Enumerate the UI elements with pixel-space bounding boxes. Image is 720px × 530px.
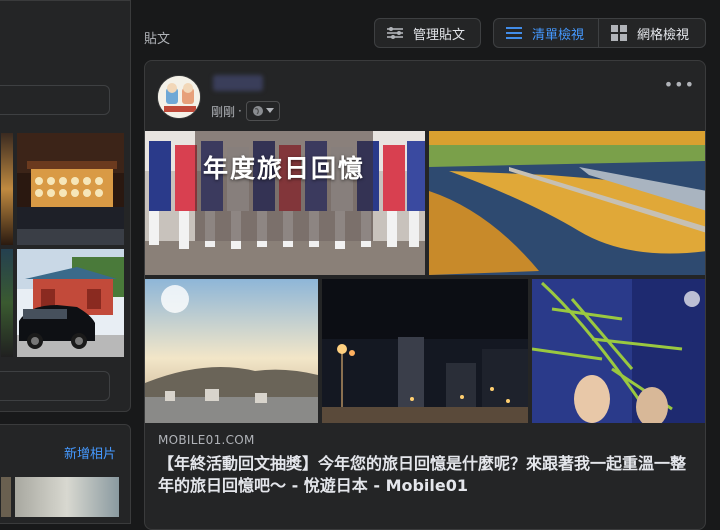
photo-thumbnail[interactable] [15,477,119,517]
photos-panel: 新增相片 [0,424,131,524]
posts-toolbar: 貼文 管理貼文 清單檢視 網格檢視 [144,18,706,48]
grid-view-label: 網格檢視 [637,27,690,43]
post-timestamp[interactable]: 剛剛 [211,103,235,120]
car-temple-photo [17,249,124,357]
view-toggle-group: 清單檢視 網格檢視 [493,18,706,48]
grid-view-button[interactable]: 網格檢視 [599,19,705,47]
photo-overlay [195,131,373,241]
meta-separator: · [238,104,242,118]
post-photo[interactable]: 年度旅日回憶 [145,131,425,275]
post-photo[interactable] [145,279,318,423]
link-title[interactable]: 【年終活動回文抽獎】今年您的旅日回憶是什麼呢？來跟著我一起重溫一整年的旅日回憶吧… [158,453,698,497]
settings-sliders-icon [385,25,405,41]
chevron-down-icon [265,108,274,113]
left-search-input[interactable] [0,85,110,115]
add-photo-link[interactable]: 新增相片 [64,443,116,462]
temple-night-photo [17,133,124,245]
left-input-field[interactable] [0,371,110,401]
avatar[interactable] [157,75,201,119]
post-card: 剛剛 · ••• 年度旅日回憶 MOBILE01.COM 【年終活動回文抽獎】今… [144,60,706,530]
post-meta: 剛剛 · [211,101,280,121]
photo-thumbnail[interactable] [17,133,124,245]
photo-thumbnail[interactable] [1,133,13,245]
grid-icon [609,25,629,41]
author-name-blurred[interactable] [213,75,263,91]
post-photo[interactable] [429,131,705,275]
city-night-photo [322,279,528,423]
tanabata-bamboo-photo [532,279,705,423]
photo-thumbnail[interactable] [17,249,124,357]
list-view-label: 清單檢視 [532,27,585,43]
post-photo[interactable] [532,279,705,423]
manage-posts-label: 管理貼文 [413,27,466,43]
posts-heading: 貼文 [144,32,171,47]
list-view-button[interactable]: 清單檢視 [494,19,599,47]
photo-thumbnail[interactable] [1,477,11,517]
link-domain[interactable]: MOBILE01.COM [158,433,255,447]
photo-overlay-title: 年度旅日回憶 [203,154,366,183]
privacy-button[interactable] [245,101,280,121]
sunset-coast-photo [145,279,318,423]
photo-thumbnail[interactable] [1,249,13,357]
manage-posts-button[interactable]: 管理貼文 [374,18,481,48]
list-icon [504,25,524,41]
autumn-pond-photo [429,131,705,275]
more-options-button[interactable]: ••• [664,75,695,94]
left-sidebar: 新增相片 [0,0,131,524]
avatar-illustration [158,76,200,118]
post-photo[interactable] [322,279,528,423]
left-panel [0,0,131,412]
globe-icon [252,106,263,116]
